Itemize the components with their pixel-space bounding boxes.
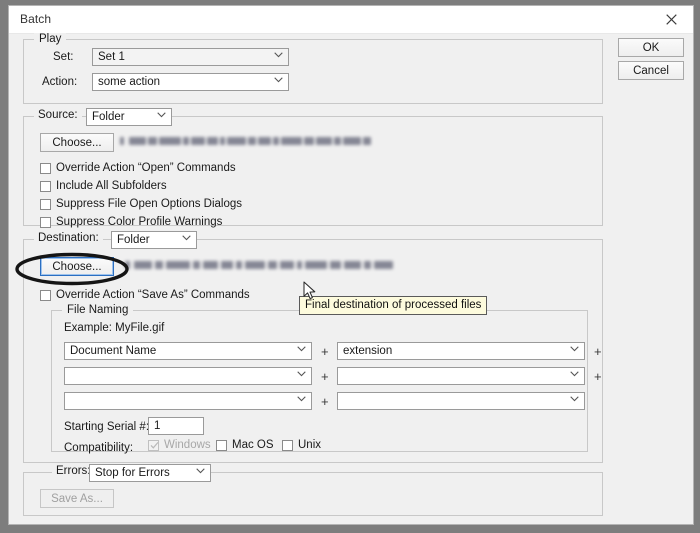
chevron-down-icon: [274, 52, 283, 60]
file-naming-plus-2: +: [321, 369, 329, 384]
checkbox-label: Override Action “Open” Commands: [56, 162, 236, 174]
file-naming-trailing-plus-2: +: [594, 369, 602, 384]
set-select[interactable]: Set 1: [92, 48, 289, 66]
chevron-down-icon: [274, 77, 283, 85]
file-naming-select-2-left[interactable]: [64, 367, 312, 385]
play-group-legend: Play: [34, 33, 67, 45]
title-bar: Batch: [9, 6, 693, 34]
source-select[interactable]: Folder: [86, 108, 172, 126]
checkbox-box: [40, 289, 51, 301]
destination-group: Destination: Folder Choose... Override A…: [23, 231, 603, 463]
checkbox-override-save-as-commands[interactable]: Override Action “Save As” Commands: [40, 289, 250, 301]
chevron-down-icon: [297, 371, 306, 379]
set-select-value: Set 1: [98, 51, 125, 63]
file-naming-select-2-right[interactable]: [337, 367, 585, 385]
batch-dialog-window: Batch OK Cancel Play Set: Set 1 Action: …: [8, 5, 694, 525]
action-select-value: some action: [98, 76, 161, 88]
checkbox-label: Windows: [164, 439, 211, 451]
checkbox-compat-unix[interactable]: Unix: [282, 439, 321, 451]
checkbox-suppress-color-profile-warnings[interactable]: Suppress Color Profile Warnings: [40, 216, 222, 228]
action-select[interactable]: some action: [92, 73, 289, 91]
file-naming-legend: File Naming: [62, 304, 134, 316]
source-group: Source: Folder Choose... Override Action…: [23, 108, 603, 228]
checkbox-compat-macos[interactable]: Mac OS: [216, 439, 274, 451]
file-naming-select-1-left[interactable]: Document Name: [64, 342, 312, 360]
chevron-down-icon: [570, 371, 579, 379]
ok-button[interactable]: OK: [618, 38, 684, 57]
check-icon: [150, 441, 159, 450]
checkbox-label: Override Action “Save As” Commands: [56, 289, 250, 301]
play-group: Play Set: Set 1 Action: some action: [23, 33, 603, 104]
chevron-down-icon: [297, 346, 306, 354]
cancel-button[interactable]: Cancel: [618, 61, 684, 80]
starting-serial-input[interactable]: 1: [148, 417, 204, 435]
file-naming-trailing-plus-1: +: [594, 344, 602, 359]
checkbox-suppress-file-open-dialogs[interactable]: Suppress File Open Options Dialogs: [40, 198, 242, 210]
checkbox-label: Include All Subfolders: [56, 180, 167, 192]
checkbox-label: Unix: [298, 439, 322, 451]
destination-path-redacted: [125, 259, 397, 272]
checkbox-label: Mac OS: [232, 439, 274, 451]
file-naming-select-3-left[interactable]: [64, 392, 312, 410]
destination-select-value: Folder: [117, 234, 150, 246]
errors-select[interactable]: Stop for Errors: [89, 464, 211, 482]
checkbox-label: Suppress Color Profile Warnings: [56, 216, 223, 228]
checkbox-box: [148, 439, 159, 451]
checkbox-box: [40, 162, 51, 174]
source-select-value: Folder: [92, 111, 125, 123]
file-naming-value-1-left: Document Name: [70, 345, 157, 357]
file-naming-example: Example: MyFile.gif: [64, 322, 165, 334]
action-label: Action:: [42, 76, 78, 88]
chevron-down-icon: [182, 235, 191, 243]
chevron-down-icon: [570, 396, 579, 404]
file-naming-select-1-right[interactable]: extension: [337, 342, 585, 360]
source-path-redacted: [120, 135, 373, 148]
checkbox-label: Suppress File Open Options Dialogs: [56, 198, 243, 210]
checkbox-box: [40, 216, 51, 228]
checkbox-override-open-commands[interactable]: Override Action “Open” Commands: [40, 162, 236, 174]
chevron-down-icon: [570, 346, 579, 354]
source-label: Source:: [34, 109, 82, 121]
checkbox-box: [40, 180, 51, 192]
chevron-down-icon: [157, 112, 166, 120]
file-naming-select-3-right[interactable]: [337, 392, 585, 410]
window-title: Batch: [20, 12, 52, 26]
checkbox-compat-windows: Windows: [148, 439, 211, 451]
chevron-down-icon: [297, 396, 306, 404]
destination-label: Destination:: [34, 232, 103, 244]
mouse-cursor-icon: [303, 281, 317, 304]
chevron-down-icon: [196, 468, 205, 476]
compatibility-label: Compatibility:: [64, 442, 134, 454]
destination-choose-button[interactable]: Choose...: [40, 257, 114, 276]
set-label: Set:: [53, 51, 74, 63]
file-naming-plus-1: +: [321, 344, 329, 359]
save-as-button: Save As...: [40, 489, 114, 508]
file-naming-plus-3: +: [321, 394, 329, 409]
starting-serial-label: Starting Serial #:: [64, 421, 150, 433]
checkbox-box: [282, 439, 293, 451]
checkbox-box: [216, 439, 227, 451]
file-naming-group: File Naming Example: MyFile.gif Document…: [51, 304, 602, 454]
file-naming-value-1-right: extension: [343, 345, 393, 357]
checkbox-box: [40, 198, 51, 210]
starting-serial-value: 1: [154, 420, 161, 432]
source-choose-button[interactable]: Choose...: [40, 133, 114, 152]
checkbox-include-all-subfolders[interactable]: Include All Subfolders: [40, 180, 167, 192]
close-icon[interactable]: [649, 6, 693, 33]
destination-select[interactable]: Folder: [111, 231, 197, 249]
errors-group: Errors: Stop for Errors Save As...: [23, 464, 603, 516]
errors-select-value: Stop for Errors: [95, 467, 170, 479]
tooltip: Final destination of processed files: [299, 296, 488, 315]
